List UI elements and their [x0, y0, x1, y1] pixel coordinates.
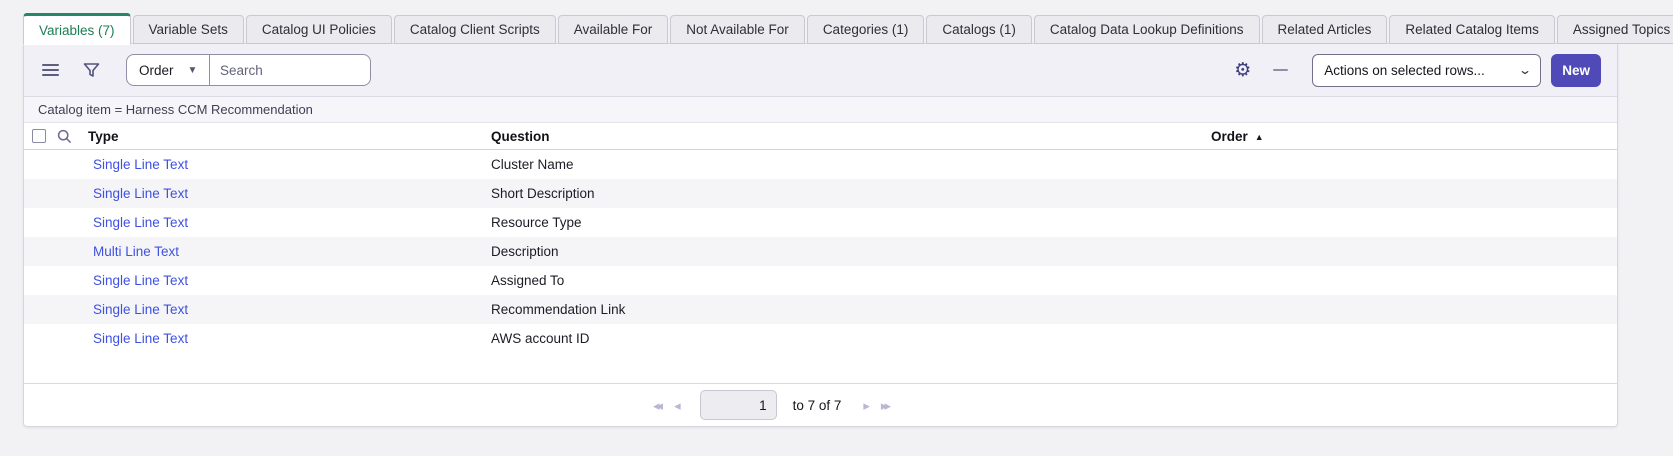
actions-select-value: Actions on selected rows... — [1324, 63, 1485, 78]
filter-funnel-icon[interactable] — [83, 62, 100, 78]
variable-type-link[interactable]: Single Line Text — [93, 208, 188, 237]
variable-question: Assigned To — [491, 266, 564, 295]
breadcrumb[interactable]: Catalog item = Harness CCM Recommendatio… — [38, 102, 313, 117]
variable-type-link[interactable]: Single Line Text — [93, 295, 188, 324]
search-column-value: Order — [139, 63, 174, 78]
table-row: Single Line Text Assigned To — [24, 266, 1617, 295]
tab-not-available-for[interactable]: Not Available For — [670, 15, 805, 44]
table-row: Multi Line Text Description — [24, 237, 1617, 266]
variable-type-link[interactable]: Single Line Text — [93, 150, 188, 179]
table-row: Single Line Text Cluster Name — [24, 150, 1617, 179]
page: { "colors":{ "accent_green":"#278764", "… — [0, 0, 1673, 456]
current-page-input[interactable] — [700, 390, 777, 420]
table-row: Single Line Text Short Description — [24, 179, 1617, 208]
tab-assigned-topics[interactable]: Assigned Topics — [1557, 15, 1673, 44]
variable-question: Short Description — [491, 179, 595, 208]
next-page-icon[interactable]: ▸ — [863, 399, 867, 412]
first-page-icon[interactable]: ◂◂ — [653, 399, 660, 412]
tab-related-catalog-items[interactable]: Related Catalog Items — [1389, 15, 1555, 44]
variable-type-link[interactable]: Multi Line Text — [93, 237, 179, 266]
tab-label: Assigned Topics — [1573, 22, 1670, 37]
tab-variable-sets[interactable]: Variable Sets — [133, 15, 244, 44]
variable-question: Resource Type — [491, 208, 582, 237]
table-row: Single Line Text Recommendation Link — [24, 295, 1617, 324]
tab-label: Catalog UI Policies — [262, 22, 376, 37]
column-header-order[interactable]: Order ▲ — [1211, 123, 1264, 150]
tab-label: Variable Sets — [149, 22, 228, 37]
breadcrumb-row: Catalog item = Harness CCM Recommendatio… — [24, 97, 1617, 123]
variable-type-link[interactable]: Single Line Text — [93, 266, 188, 295]
tab-label: Related Catalog Items — [1405, 22, 1539, 37]
column-header-type[interactable]: Type — [88, 123, 119, 150]
tab-variables-7[interactable]: Variables (7) — [23, 13, 131, 45]
table-row: Single Line Text AWS account ID — [24, 324, 1617, 353]
tab-label: Catalogs (1) — [942, 22, 1016, 37]
new-button[interactable]: New — [1551, 54, 1601, 87]
tab-bar: Variables (7) Variable Sets Catalog UI P… — [23, 13, 1673, 44]
sort-ascending-icon: ▲ — [1255, 132, 1264, 142]
column-header-question[interactable]: Question — [491, 123, 550, 150]
variable-question: Recommendation Link — [491, 295, 625, 324]
tab-label: Catalog Client Scripts — [410, 22, 540, 37]
minimize-list-icon[interactable] — [1273, 69, 1288, 71]
pagination-range: to 7 of 7 — [793, 398, 842, 413]
variables-list-panel: Order ▼ ⚙ Actions on selected rows... ⌄ … — [23, 43, 1618, 427]
table-row: Single Line Text Resource Type — [24, 208, 1617, 237]
variable-type-link[interactable]: Single Line Text — [93, 179, 188, 208]
tab-available-for[interactable]: Available For — [558, 15, 669, 44]
tab-catalog-ui-policies[interactable]: Catalog UI Policies — [246, 15, 392, 44]
list-menu-icon[interactable] — [42, 64, 59, 76]
tab-categories-1[interactable]: Categories (1) — [807, 15, 925, 44]
gear-icon[interactable]: ⚙ — [1234, 61, 1251, 80]
tab-label: Available For — [574, 22, 653, 37]
tab-catalogs-1[interactable]: Catalogs (1) — [926, 15, 1032, 44]
tab-label: Variables (7) — [39, 23, 115, 38]
tab-label: Categories (1) — [823, 22, 909, 37]
actions-select[interactable]: Actions on selected rows... ⌄ — [1312, 54, 1541, 87]
tab-related-articles[interactable]: Related Articles — [1262, 15, 1388, 44]
search-column-select[interactable]: Order ▼ — [127, 55, 210, 85]
tab-catalog-client-scripts[interactable]: Catalog Client Scripts — [394, 15, 556, 44]
pagination: ◂◂ ◂ to 7 of 7 ▸ ▸▸ — [653, 390, 888, 420]
search-input[interactable] — [210, 55, 370, 85]
variable-question: Description — [491, 237, 559, 266]
tab-label: Not Available For — [686, 22, 789, 37]
tab-catalog-data-lookup-definitions[interactable]: Catalog Data Lookup Definitions — [1034, 15, 1260, 44]
last-page-icon[interactable]: ▸▸ — [881, 399, 888, 412]
list-toolbar: Order ▼ ⚙ Actions on selected rows... ⌄ … — [24, 44, 1617, 97]
tab-label: Catalog Data Lookup Definitions — [1050, 22, 1244, 37]
chevron-down-icon: ▼ — [188, 65, 198, 76]
list-footer: ◂◂ ◂ to 7 of 7 ▸ ▸▸ — [24, 383, 1617, 426]
variable-question: AWS account ID — [491, 324, 590, 353]
chevron-down-icon: ⌄ — [1518, 63, 1532, 77]
select-all-checkbox[interactable] — [32, 129, 46, 143]
list-header-row: Type Question Order ▲ — [24, 123, 1617, 150]
search-icon[interactable] — [57, 129, 72, 144]
list-rows: Single Line Text Cluster Name Single Lin… — [24, 150, 1617, 353]
list-search-combo: Order ▼ — [126, 54, 371, 86]
variable-question: Cluster Name — [491, 150, 574, 179]
tab-label: Related Articles — [1278, 22, 1372, 37]
variable-type-link[interactable]: Single Line Text — [93, 324, 188, 353]
previous-page-icon[interactable]: ◂ — [674, 399, 678, 412]
